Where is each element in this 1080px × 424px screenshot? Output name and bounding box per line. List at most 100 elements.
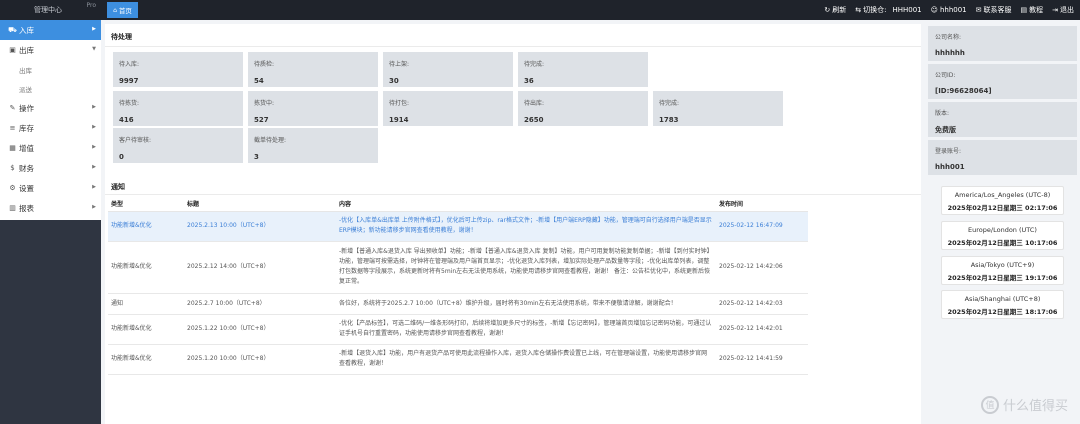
stat-pending-inbound[interactable]: 待入库: 9997 (113, 52, 243, 87)
sidebar-item-inbound[interactable]: ⛟ 入库 ▶ (0, 20, 101, 40)
user-menu[interactable]: ☺ hhh001 (931, 6, 967, 14)
clock-datetime: 2025年02月12日星期三 10:17:06 (947, 239, 1058, 247)
cell-title: 2025.1.20 10:00（UTC+8） (184, 344, 336, 375)
edit-icon: ✎ (9, 104, 16, 112)
contact-label: 联系客服 (983, 6, 1012, 14)
sidebar-item-label: 操作 (19, 103, 34, 113)
sidebar-item-label: 入库 (19, 25, 34, 35)
stat-pending-complete-inbound[interactable]: 待完成: 36 (518, 52, 648, 87)
chevron-right-icon: ▶ (92, 144, 96, 150)
sidebar-item-finance[interactable]: $ 财务 ▶ (0, 158, 101, 178)
cell-time: 2025-02-12 14:41:59 (716, 344, 808, 375)
table-header-row: 类型 标题 内容 发布时间 (108, 197, 808, 212)
home-icon: ⌂ (113, 6, 117, 14)
stat-picking[interactable]: 拣货中: 527 (248, 91, 378, 126)
stat-cutoff-pending[interactable]: 截单待处理: 3 (248, 128, 378, 163)
stat-label: 待入库: (119, 61, 140, 68)
watermark-text: 什么值得买 (1002, 399, 1068, 414)
sidebar-item-label: 库存 (19, 123, 34, 133)
chevron-right-icon: ▶ (92, 164, 96, 170)
stat-label: 拣货中: (254, 100, 275, 107)
column-header-title: 标题 (184, 197, 336, 212)
sidebar-subitem-delivery[interactable]: 派送 (0, 79, 101, 98)
stat-pending-shelve[interactable]: 待上架: 30 (383, 52, 513, 87)
clock-timezone: Asia/Tokyo (UTC+9) (970, 261, 1035, 269)
stat-label: 待打包: (389, 100, 410, 107)
stat-label: 待拣货: (119, 100, 140, 107)
sidebar-title: 管理中心 (34, 6, 62, 14)
stat-pending-qc[interactable]: 待质检: 54 (248, 52, 378, 87)
contact-support-button[interactable]: ✉ 联系客服 (976, 5, 1012, 15)
sidebar-subitem-outbound[interactable]: 出库 (0, 60, 101, 79)
table-row[interactable]: 功能新增&优化 2025.1.22 10:00（UTC+8） -优化【产品标签】… (108, 314, 808, 345)
clock-timezone: Asia/Shanghai (UTC+8) (964, 295, 1041, 303)
sidebar-menu: ⛟ 入库 ▶ ▣ 出库 ▼ 出库 派送 ✎ 操作 ▶ ≡ 库存 ▶ ▦ 增值 ▶… (0, 20, 101, 220)
refresh-button[interactable]: ↻ 刷新 (824, 5, 846, 15)
sidebar-item-label: 报表 (19, 203, 34, 213)
info-label: 登录账号: (935, 148, 962, 155)
user-icon: ☺ (930, 6, 938, 14)
version-card: 版本: 免费版 (928, 102, 1077, 137)
stat-pending-pack[interactable]: 待打包: 1914 (383, 91, 513, 126)
sidebar-item-value-added[interactable]: ▦ 增值 ▶ (0, 138, 101, 158)
logout-label: 退出 (1060, 6, 1074, 14)
cell-time: 2025-02-12 16:47:09 (716, 211, 808, 242)
cell-time: 2025-02-12 14:42:06 (716, 241, 808, 294)
cell-type: 功能新增&优化 (108, 211, 184, 242)
info-label: 版本: (935, 110, 950, 117)
divider (105, 46, 921, 47)
stat-value: 30 (389, 77, 399, 85)
stat-pending-pick[interactable]: 待拣货: 416 (113, 91, 243, 126)
divider (105, 194, 921, 195)
book-icon: ▤ (1020, 6, 1028, 14)
sidebar-item-inventory[interactable]: ≡ 库存 ▶ (0, 118, 101, 138)
chevron-right-icon: ▶ (92, 184, 96, 190)
clock-datetime: 2025年02月12日星期三 18:17:06 (947, 308, 1058, 316)
column-header-type: 类型 (108, 197, 184, 212)
table-row[interactable]: 功能新增&优化 2025.2.12 14:00（UTC+8） -新增【普通入库&… (108, 241, 808, 294)
sidebar-item-label: 出库 (19, 45, 34, 55)
sidebar-item-outbound[interactable]: ▣ 出库 ▼ (0, 40, 101, 60)
top-bar: ⌂ 首页 ↻ 刷新 ⇆ 切换仓: HHH001 ☺ hhh001 ✉ 联系客服 … (101, 0, 1080, 20)
stat-value: 416 (119, 116, 134, 124)
notice-title: 通知 (111, 183, 125, 191)
table-row[interactable]: 功能新增&优化 2025.1.20 10:00（UTC+8） -新增【退货入库】… (108, 344, 808, 375)
info-value: 免费版 (935, 126, 956, 134)
stat-label: 待出库: (524, 100, 545, 107)
table-icon: ▦ (9, 144, 16, 152)
stat-pending-outbound[interactable]: 待出库: 2650 (518, 91, 648, 126)
table-row[interactable]: 功能新增&优化 2025.2.13 10:00（UTC+8） -优化【入库单&出… (108, 211, 808, 242)
stat-value: 0 (119, 153, 124, 161)
database-icon: ≡ (9, 124, 16, 132)
stat-pending-complete-outbound[interactable]: 待完成: 1783 (653, 91, 783, 126)
info-value: [ID:96628064] (935, 87, 992, 95)
tab-home[interactable]: ⌂ 首页 (107, 2, 138, 18)
clock-datetime: 2025年02月12日星期三 19:17:06 (947, 274, 1058, 282)
company-name-card: 公司名称: hhhhhh (928, 26, 1077, 61)
table-row[interactable]: 通知 2025.2.7 10:00（UTC+8） 各位好，系统将于2025.2.… (108, 293, 808, 315)
sidebar-item-operation[interactable]: ✎ 操作 ▶ (0, 98, 101, 118)
stat-label: 截单待处理: (254, 137, 287, 144)
cell-content: 各位好，系统将于2025.2.7 10:00（UTC+8）维护升级，届时将有30… (336, 293, 716, 315)
refresh-label: 刷新 (832, 6, 847, 14)
info-label: 公司名称: (935, 34, 962, 41)
stat-value: 36 (524, 77, 534, 85)
logout-button[interactable]: ⇥ 退出 (1052, 5, 1074, 15)
box-icon: ▣ (9, 46, 16, 54)
swap-icon: ⇆ (855, 6, 862, 14)
pending-title: 待处理 (111, 33, 132, 41)
tutorial-button[interactable]: ▤ 教程 (1021, 5, 1044, 15)
sidebar-item-settings[interactable]: ⚙ 设置 ▶ (0, 178, 101, 198)
clock-timezone: America/Los_Angeles (UTC-8) (954, 191, 1051, 199)
switch-warehouse-button[interactable]: ⇆ 切换仓: HHH001 (855, 5, 921, 15)
chevron-right-icon: ▶ (92, 104, 96, 110)
user-name: hhh001 (939, 6, 967, 14)
cell-type: 功能新增&优化 (108, 314, 184, 345)
cell-title: 2025.2.12 14:00（UTC+8） (184, 241, 336, 294)
cell-type: 通知 (108, 293, 184, 315)
stat-customer-review[interactable]: 客户待审核: 0 (113, 128, 243, 163)
stat-value: 527 (254, 116, 269, 124)
sidebar-item-label: 设置 (19, 183, 34, 193)
pro-badge: Pro (86, 2, 96, 9)
sidebar-item-reports[interactable]: ▥ 报表 ▶ (0, 198, 101, 218)
